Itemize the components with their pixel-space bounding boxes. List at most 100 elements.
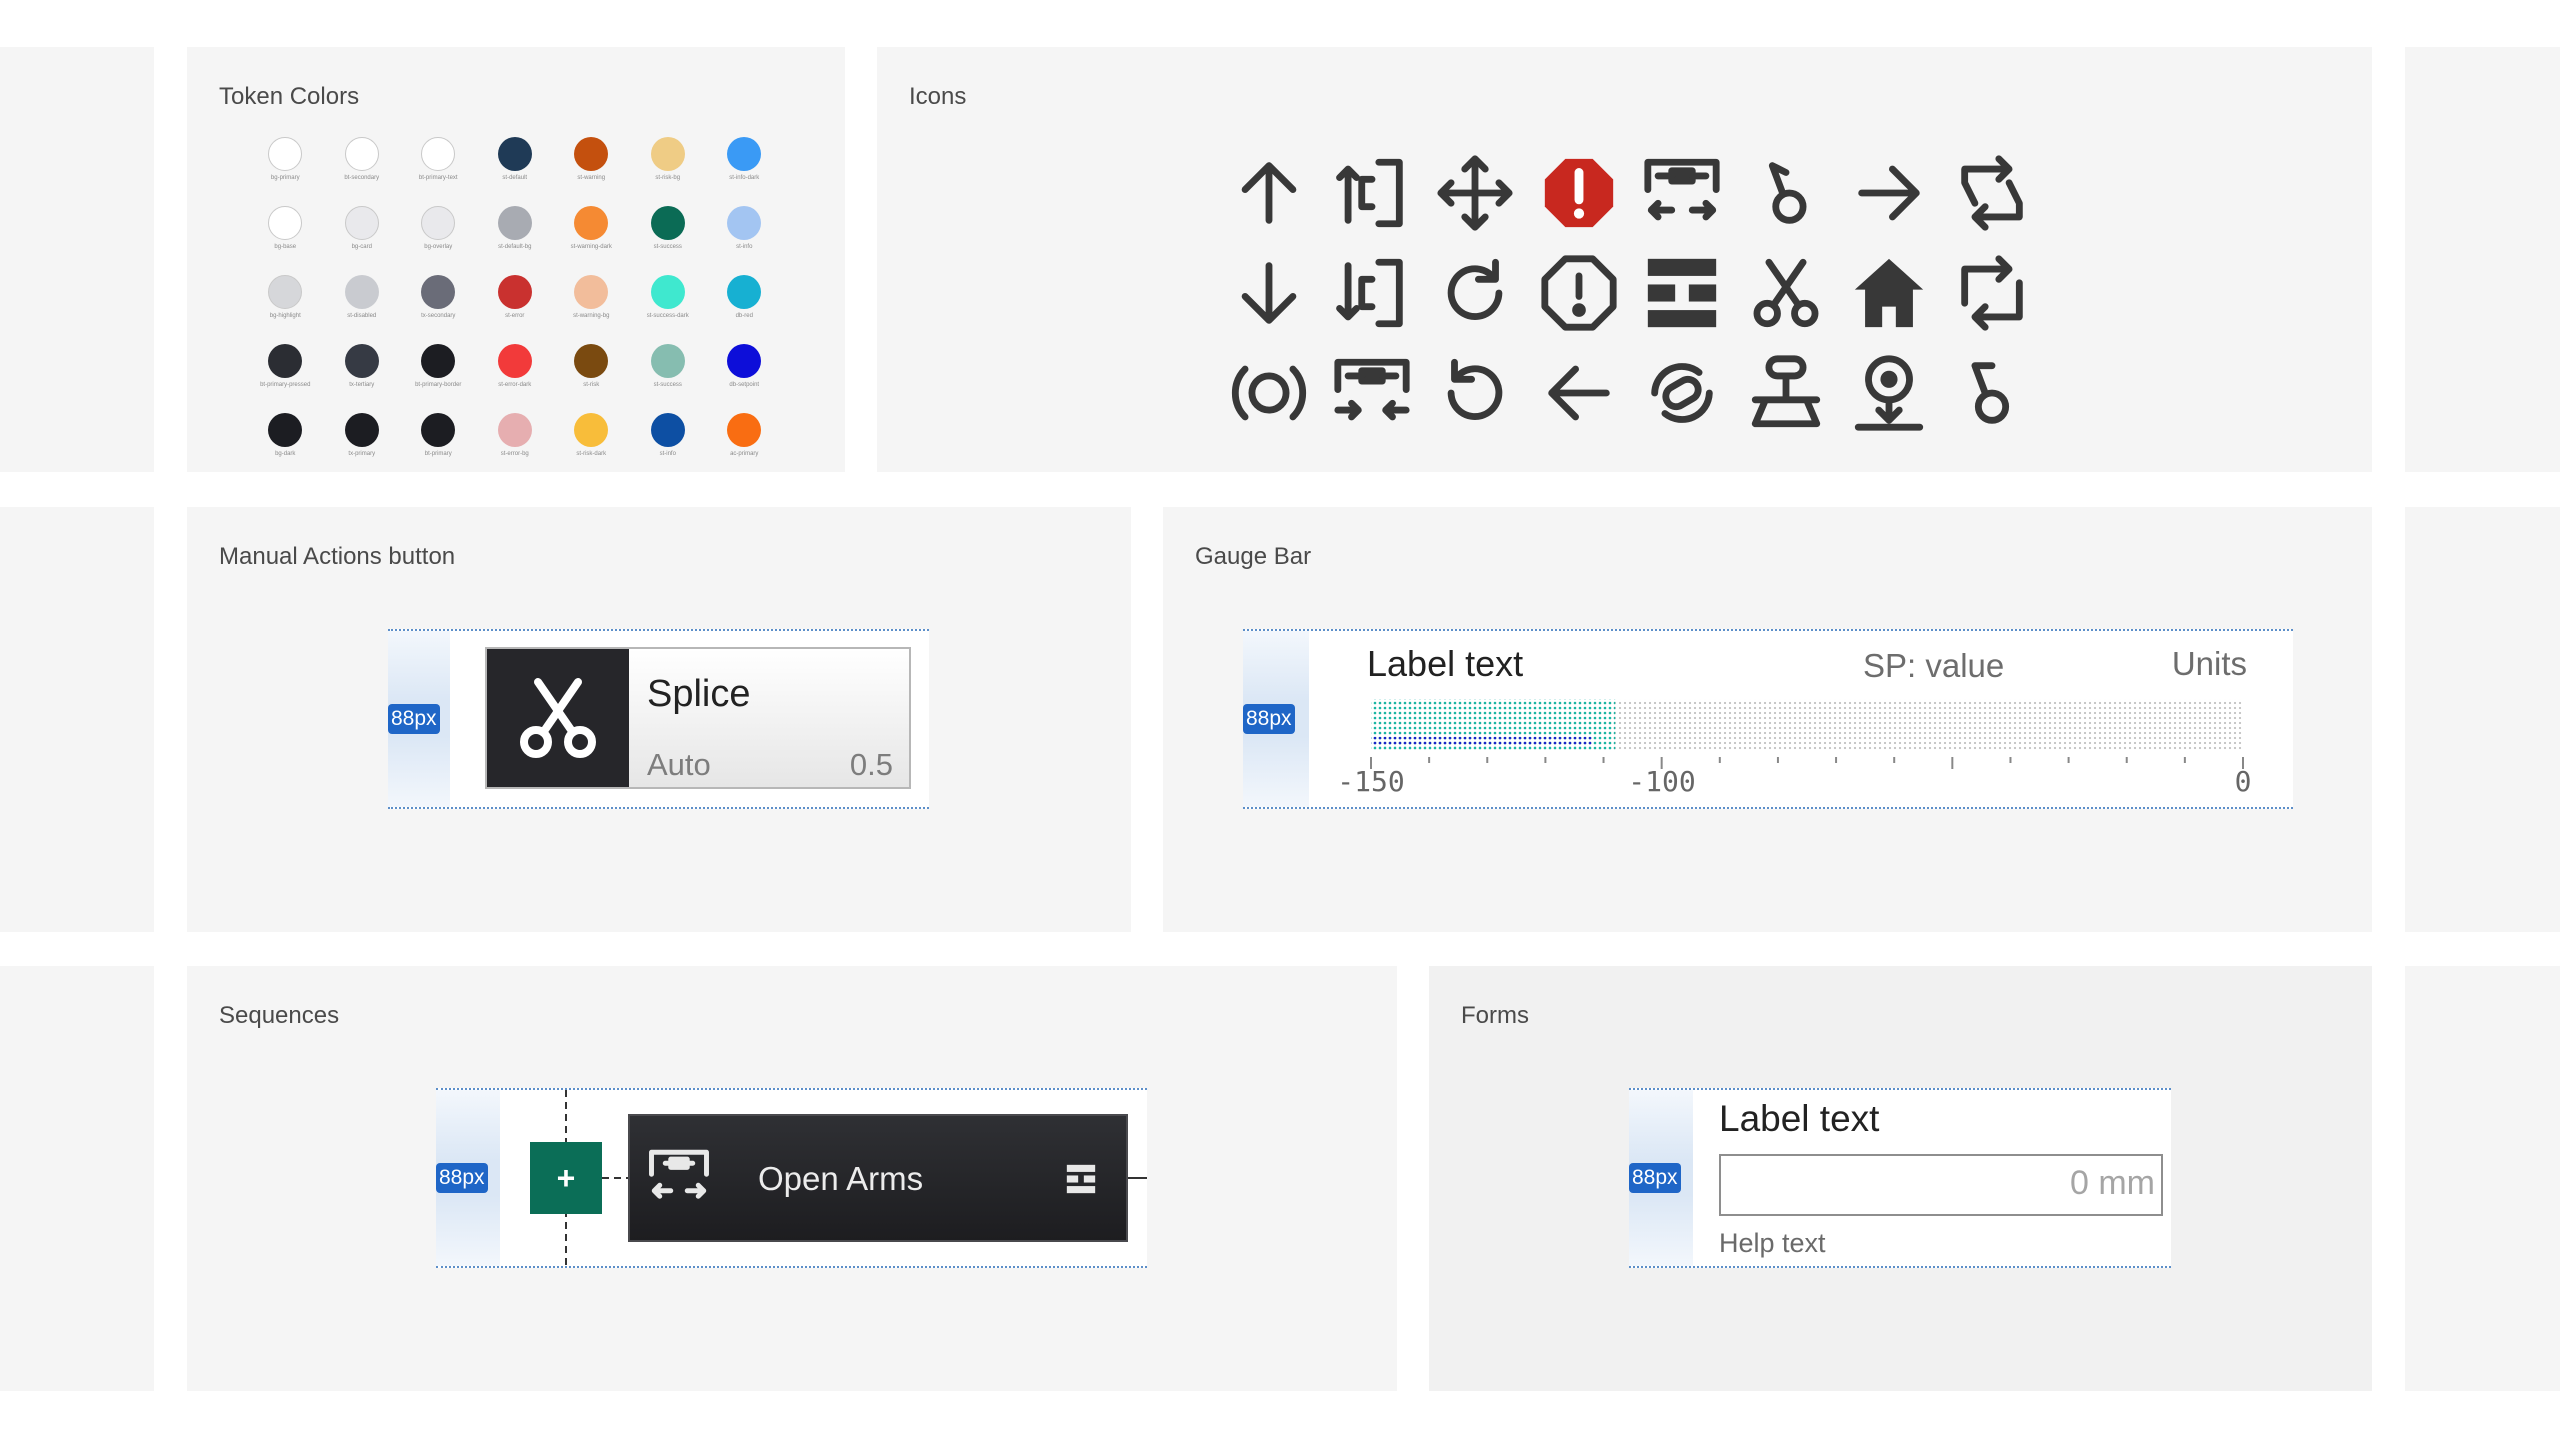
token-swatch-circle xyxy=(421,344,456,378)
scissors-icon xyxy=(487,649,629,787)
token-swatch: bt-secondary xyxy=(324,137,401,182)
token-swatch-circle xyxy=(497,413,532,447)
token-swatch-label: st-info-dark xyxy=(729,175,760,181)
token-swatch-label: st-success xyxy=(653,244,682,250)
sequence-step-open-arms[interactable]: Open Arms xyxy=(628,1114,1128,1242)
token-swatch: ac-primary xyxy=(706,413,783,458)
gauge-setpoint-fill xyxy=(1371,737,1592,747)
arrow-left-icon xyxy=(1527,343,1630,443)
forms-card: Forms 88px Label text 0 mm Help text xyxy=(1429,966,2372,1391)
token-swatch: st-info xyxy=(630,413,707,458)
token-swatch-circle xyxy=(574,275,609,309)
token-swatch: st-info xyxy=(706,206,783,251)
token-swatch: bg-overlay xyxy=(400,206,477,251)
token-swatch-label: st-default-bg xyxy=(498,244,532,250)
gauge-tick-label-min: -150 xyxy=(1337,765,1405,798)
form-number-input[interactable]: 0 mm xyxy=(1719,1154,2163,1216)
add-step-button[interactable]: + xyxy=(530,1142,602,1214)
token-swatch-circle xyxy=(727,413,762,447)
token-swatch: bt-primary-text xyxy=(400,137,477,182)
open-arms-icon xyxy=(1631,143,1734,243)
token-swatch-circle xyxy=(344,275,379,309)
token-swatch: st-success-dark xyxy=(630,275,707,320)
token-swatch: st-warning-bg xyxy=(553,275,630,320)
token-swatch: st-warning xyxy=(553,137,630,182)
token-swatch-circle xyxy=(650,206,685,240)
token-swatch-label: st-risk-dark xyxy=(576,451,607,457)
token-swatch-label: st-warning-bg xyxy=(573,313,610,319)
token-swatch-circle xyxy=(650,137,685,171)
padding-badge: 88px xyxy=(1629,1163,1681,1193)
token-swatch-circle xyxy=(421,413,456,447)
gauge-bar-title: Gauge Bar xyxy=(1195,543,1312,570)
token-swatch: tx-secondary xyxy=(400,275,477,320)
token-swatch-circle xyxy=(497,275,532,309)
sequence-step-title: Open Arms xyxy=(758,1160,924,1197)
token-swatch-circle xyxy=(497,137,532,171)
splice-button[interactable]: Splice Auto 0.5 xyxy=(485,647,911,789)
token-swatch-label: bt-primary xyxy=(424,451,452,457)
padding-badge: 88px xyxy=(388,704,440,734)
token-colors-title: Token Colors xyxy=(219,83,360,110)
knot-left-icon xyxy=(1941,343,2044,443)
token-swatch-circle xyxy=(344,206,379,240)
token-swatch: st-success xyxy=(630,344,707,389)
token-swatch-label: db-setpoint xyxy=(729,382,760,388)
gauge-tick-label-max: 0 xyxy=(2234,765,2252,798)
rotate-cw-icon xyxy=(1424,243,1527,343)
form-help-text: Help text xyxy=(1719,1228,1826,1258)
token-swatch-label: bg-card xyxy=(351,244,372,250)
gate-up-icon xyxy=(1320,143,1423,243)
token-swatch: st-default xyxy=(477,137,554,182)
token-swatch-circle xyxy=(421,206,456,240)
token-swatch: bg-primary xyxy=(247,137,324,182)
token-swatch-label: tx-secondary xyxy=(421,313,456,319)
form-frame: 88px Label text 0 mm Help text xyxy=(1629,1088,2171,1268)
loop-arrows-icon xyxy=(1941,143,2044,243)
token-swatch-label: st-warning-dark xyxy=(570,244,612,250)
token-swatch-label: st-info xyxy=(659,451,676,457)
side-strip-left-2 xyxy=(0,507,154,932)
token-swatch: st-default-bg xyxy=(477,206,554,251)
token-swatch-label: bg-overlay xyxy=(424,244,453,250)
token-swatch-label: bg-highlight xyxy=(269,313,301,319)
token-swatch-circle xyxy=(574,206,609,240)
splice-button-mode: Auto xyxy=(647,747,711,782)
token-swatch-circle xyxy=(497,206,532,240)
token-swatch-circle xyxy=(344,413,379,447)
drop-target-icon xyxy=(1837,343,1940,443)
manual-actions-title: Manual Actions button xyxy=(219,543,456,570)
token-swatch-label: st-risk xyxy=(583,382,600,388)
token-swatch: bg-highlight xyxy=(247,275,324,320)
padding-guide: 88px xyxy=(1629,1090,1693,1266)
token-swatch-label: st-error-dark xyxy=(498,382,532,388)
token-swatch-label: bg-dark xyxy=(275,451,296,457)
padding-guide: 88px xyxy=(388,631,450,807)
arrow-right-icon xyxy=(1837,143,1940,243)
token-swatch-circle xyxy=(268,206,303,240)
stack-bars-icon[interactable] xyxy=(1064,1162,1098,1201)
token-swatch: st-risk xyxy=(553,344,630,389)
scissors-icon xyxy=(1734,243,1837,343)
token-swatch-circle xyxy=(268,275,303,309)
token-swatch: st-disabled xyxy=(324,275,401,320)
token-swatch-label: st-error-bg xyxy=(500,451,529,457)
token-swatch-circle xyxy=(268,413,303,447)
token-swatch-label: bt-primary-text xyxy=(418,175,458,181)
token-swatch-label: bt-secondary xyxy=(344,175,380,181)
form-field-label: Label text xyxy=(1719,1098,1880,1139)
token-swatch: db-red xyxy=(706,275,783,320)
icons-card: Icons xyxy=(877,47,2372,472)
side-strip-right-3 xyxy=(2405,966,2560,1391)
token-swatch-circle xyxy=(497,344,532,378)
icons-title: Icons xyxy=(909,83,967,110)
token-swatch-label: ac-primary xyxy=(730,451,759,457)
token-swatch: st-success xyxy=(630,206,707,251)
token-swatch-circle xyxy=(268,344,303,378)
side-strip-left-3 xyxy=(0,966,154,1391)
alert-octagon-icon xyxy=(1527,243,1630,343)
link-rotate-icon xyxy=(1631,343,1734,443)
token-swatch: st-risk-bg xyxy=(630,137,707,182)
token-swatch-circle xyxy=(650,344,685,378)
forms-title: Forms xyxy=(1461,1002,1529,1029)
